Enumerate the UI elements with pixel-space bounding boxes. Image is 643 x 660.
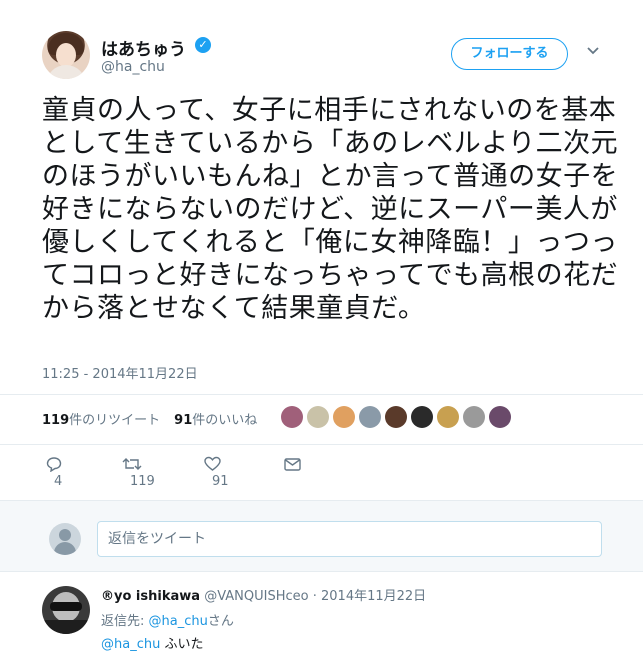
retweet-button[interactable]: 119 [122,455,155,489]
follow-button[interactable]: フォローする [451,38,568,70]
liker-avatar[interactable] [463,406,485,428]
author-handle[interactable]: @ha_chu [101,59,165,75]
mail-icon [284,457,301,471]
reply-date[interactable]: 2014年11月22日 [321,589,426,604]
liker-avatar[interactable] [385,406,407,428]
reply-author-avatar[interactable] [42,586,90,634]
mention-link[interactable]: @ha_chu [101,637,160,652]
reply-tweet[interactable]: ®yo ishikawa @VANQUISHceo · 2014年11月22日 … [0,573,643,660]
author-avatar[interactable] [42,31,90,79]
reply-input[interactable]: 返信をツイート [97,521,602,557]
tweet-stats: 119件のリツイート 91件のいいね [42,409,257,428]
liker-avatar[interactable] [489,406,511,428]
reply-text: @ha_chu ふいた [101,637,204,652]
liker-avatar[interactable] [437,406,459,428]
author-name[interactable]: はあちゅう [101,35,186,60]
replying-to-link[interactable]: @ha_chu [149,614,208,629]
direct-message-button[interactable] [284,455,301,475]
replying-to: 返信先: @ha_chuさん [101,614,234,629]
liker-avatar[interactable] [281,406,303,428]
retweet-icon [122,457,142,470]
reply-author-name[interactable]: ®yo ishikawa [101,589,200,604]
chevron-down-icon[interactable] [586,43,600,57]
likes-stat[interactable]: 91件のいいね [174,413,257,428]
reply-header: ®yo ishikawa @VANQUISHceo · 2014年11月22日 [101,589,427,604]
liker-avatar[interactable] [411,406,433,428]
reply-author-handle[interactable]: @VANQUISHceo [204,589,308,604]
tweet-text: 童貞の人って、女子に相手にされないのを基本として生きているから「あのレベルより二… [42,95,619,324]
liker-avatar[interactable] [333,406,355,428]
divider [0,444,643,445]
liker-avatar[interactable] [307,406,329,428]
likers-avatar-list [281,406,515,430]
heart-icon [204,456,221,471]
like-button[interactable]: 91 [204,455,229,489]
retweets-stat[interactable]: 119件のリツイート [42,413,160,428]
divider [0,394,643,395]
current-user-avatar [49,523,81,555]
verified-badge-icon: ✓ [195,37,211,53]
reply-button[interactable]: 4 [46,455,62,489]
reply-compose-area: 返信をツイート [0,500,643,572]
liker-avatar[interactable] [359,406,381,428]
tweet-timestamp[interactable]: 11:25 - 2014年11月22日 [42,363,198,382]
tweet: はあちゅう ✓ @ha_chu フォローする 童貞の人って、女子に相手にされない… [0,0,643,500]
reply-icon [46,456,62,472]
